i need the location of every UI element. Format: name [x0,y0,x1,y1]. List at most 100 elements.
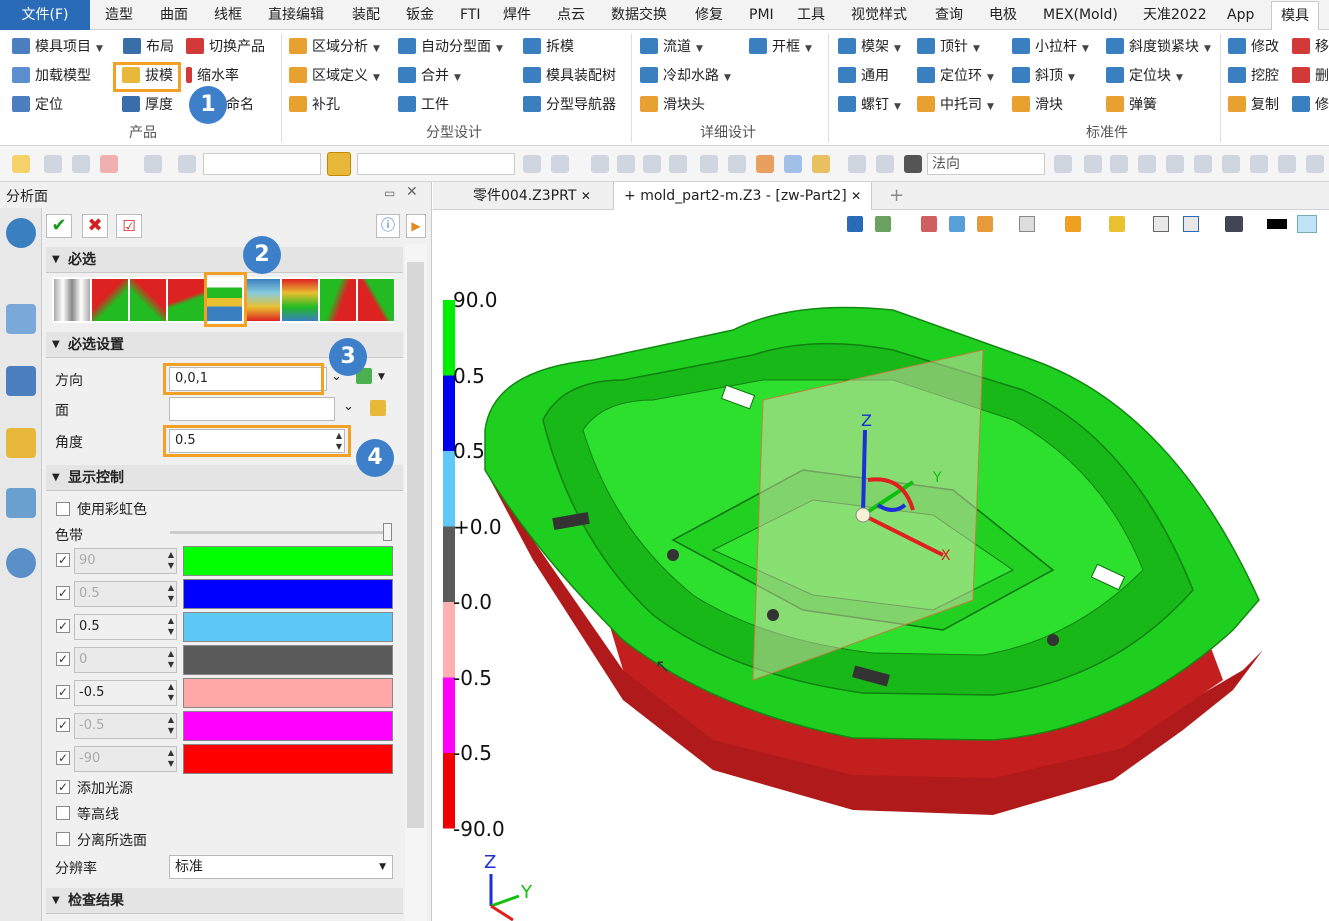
diagonal-icon[interactable] [1194,155,1212,173]
curve-icon[interactable] [1306,155,1324,173]
info-icon[interactable]: ⓘ [376,214,400,238]
open-frame-button[interactable]: 开框 ▼ [749,36,812,58]
menu-tab[interactable]: 线框 [214,4,242,26]
direction-dropdown-icon[interactable]: ▼ [378,372,385,382]
panel-pin-icon[interactable]: ▭ [384,186,395,200]
add-filter-icon[interactable] [44,155,62,173]
lasso-icon[interactable] [144,155,162,173]
parting-navigator-button[interactable]: 分型导航器 [523,94,616,116]
align-icon[interactable] [591,155,609,173]
band-color-swatch[interactable] [183,711,393,741]
measure-icon[interactable] [617,155,635,173]
copy-button[interactable]: 复制 [1228,94,1279,116]
snap-icon[interactable] [523,155,541,173]
analysis-type-thickness-icon[interactable] [282,279,318,321]
menu-tab[interactable]: 直接编辑 [268,4,324,26]
part-icon[interactable] [784,155,802,173]
band-color-swatch[interactable] [183,744,393,774]
menu-tab[interactable]: FTI [460,4,481,26]
menu-tab[interactable]: 天准2022 [1143,4,1207,26]
menu-tab[interactable]: 曲面 [160,4,188,26]
menu-tab-mold[interactable]: 模具 [1271,1,1319,31]
band-value-input[interactable]: -0.5 ▲ ▼ [74,680,177,706]
section-required[interactable]: 必选 [46,247,403,273]
analysis-type-rainbow-icon[interactable] [244,279,280,321]
band-spinner[interactable]: ▲ ▼ [168,747,174,769]
filter-dropdown[interactable] [203,153,321,175]
slider-button[interactable]: 滑块 [1012,94,1063,116]
view-orient-icon[interactable] [1065,216,1081,232]
origin-icon[interactable] [848,155,866,173]
mark-icon[interactable] [643,155,661,173]
support-pin-button[interactable]: 中托司 ▼ [917,94,994,116]
isolate-checkbox[interactable] [56,832,70,846]
band-checkbox[interactable]: ✓ [56,685,70,699]
remove-filter-icon[interactable] [72,155,90,173]
select-arrow-icon[interactable] [12,155,30,173]
datum-icon[interactable] [876,155,894,173]
pointer-icon[interactable] [700,155,718,173]
assembly-tree-icon[interactable] [6,366,36,396]
face-chevron-icon[interactable]: ⌄ [343,399,354,414]
band-value-input[interactable]: 90 ▲ ▼ [74,548,177,574]
bookmark-icon[interactable] [728,155,746,173]
band-color-swatch[interactable] [183,612,393,642]
mold-project-button[interactable]: 模具项目 ▼ [12,36,103,58]
lifter-button[interactable]: 斜顶 ▼ [1012,65,1075,87]
stop-icon[interactable] [904,155,922,173]
scrollbar-thumb[interactable] [407,262,424,828]
history-icon[interactable] [756,155,774,173]
menu-tab[interactable]: 电极 [989,4,1017,26]
band-value-input[interactable]: 0 ▲ ▼ [74,647,177,673]
split-mold-button[interactable]: 拆模 [523,36,574,58]
spring-button[interactable]: 弹簧 [1106,94,1157,116]
locate-block-button[interactable]: 定位块 ▼ [1106,65,1183,87]
assembly-icon[interactable] [812,155,830,173]
points-icon[interactable] [1138,155,1156,173]
band-color-swatch[interactable] [183,678,393,708]
band-spinner[interactable]: ▲ ▼ [168,615,174,637]
shrinkage-button[interactable]: 缩水率 [186,65,239,87]
circle-icon[interactable] [1250,155,1268,173]
band-checkbox[interactable]: ✓ [56,619,70,633]
delete-button[interactable]: 删 [1292,65,1329,87]
analysis-type-undercut-icon[interactable] [358,279,394,321]
analysis-type-gauss-icon[interactable] [130,279,166,321]
contour-checkbox[interactable] [56,806,70,820]
band-spinner[interactable]: ▲ ▼ [168,582,174,604]
scrollbar[interactable] [405,244,427,921]
menu-tab[interactable]: 装配 [352,4,380,26]
screw-button[interactable]: 螺钉 ▼ [838,94,901,116]
ok-button[interactable]: ✔ [46,214,72,238]
auto-parting-button[interactable]: 自动分型面 ▼ [398,36,503,58]
view-render-icon[interactable] [977,216,993,232]
menu-tab[interactable]: 钣金 [406,4,434,26]
play-icon[interactable] [1110,155,1128,173]
position-button[interactable]: 定位 [12,94,63,116]
mold-tree-button[interactable]: 模具装配树 [523,65,616,87]
doc-tab[interactable]: 零件004.Z3PRT ✕ [463,182,601,210]
load-model-button[interactable]: 加载模型 [12,65,91,87]
ejector-button[interactable]: 顶针 ▼ [917,36,980,58]
close-icon[interactable]: ✕ [851,189,861,203]
modify-button[interactable]: 修改 [1228,36,1279,58]
cancel-button[interactable]: ✖ [82,214,108,238]
band-color-swatch[interactable] [183,579,393,609]
band-spinner[interactable]: ▲ ▼ [168,648,174,670]
resolution-select[interactable]: 标准 ▼ [169,855,393,879]
runner-button[interactable]: 流道 ▼ [640,36,703,58]
pick-box-icon[interactable] [100,155,118,173]
user-icon[interactable] [6,548,36,578]
menu-tab[interactable]: 造型 [105,4,133,26]
draft-analysis-toggle-icon[interactable] [327,152,351,176]
band-checkbox[interactable]: ✓ [56,586,70,600]
analysis-type-curvature-icon[interactable] [92,279,128,321]
locate-ring-button[interactable]: 定位环 ▼ [917,65,994,87]
switch-product-button[interactable]: 切换产品 [186,36,265,58]
merge-button[interactable]: 合并 ▼ [398,65,461,87]
menu-tab[interactable]: 工具 [797,4,825,26]
panel-close-icon[interactable]: ✕ [406,184,418,200]
band-slider-thumb[interactable] [383,523,392,541]
face-input[interactable] [169,397,335,421]
gear-icon[interactable] [1084,155,1102,173]
